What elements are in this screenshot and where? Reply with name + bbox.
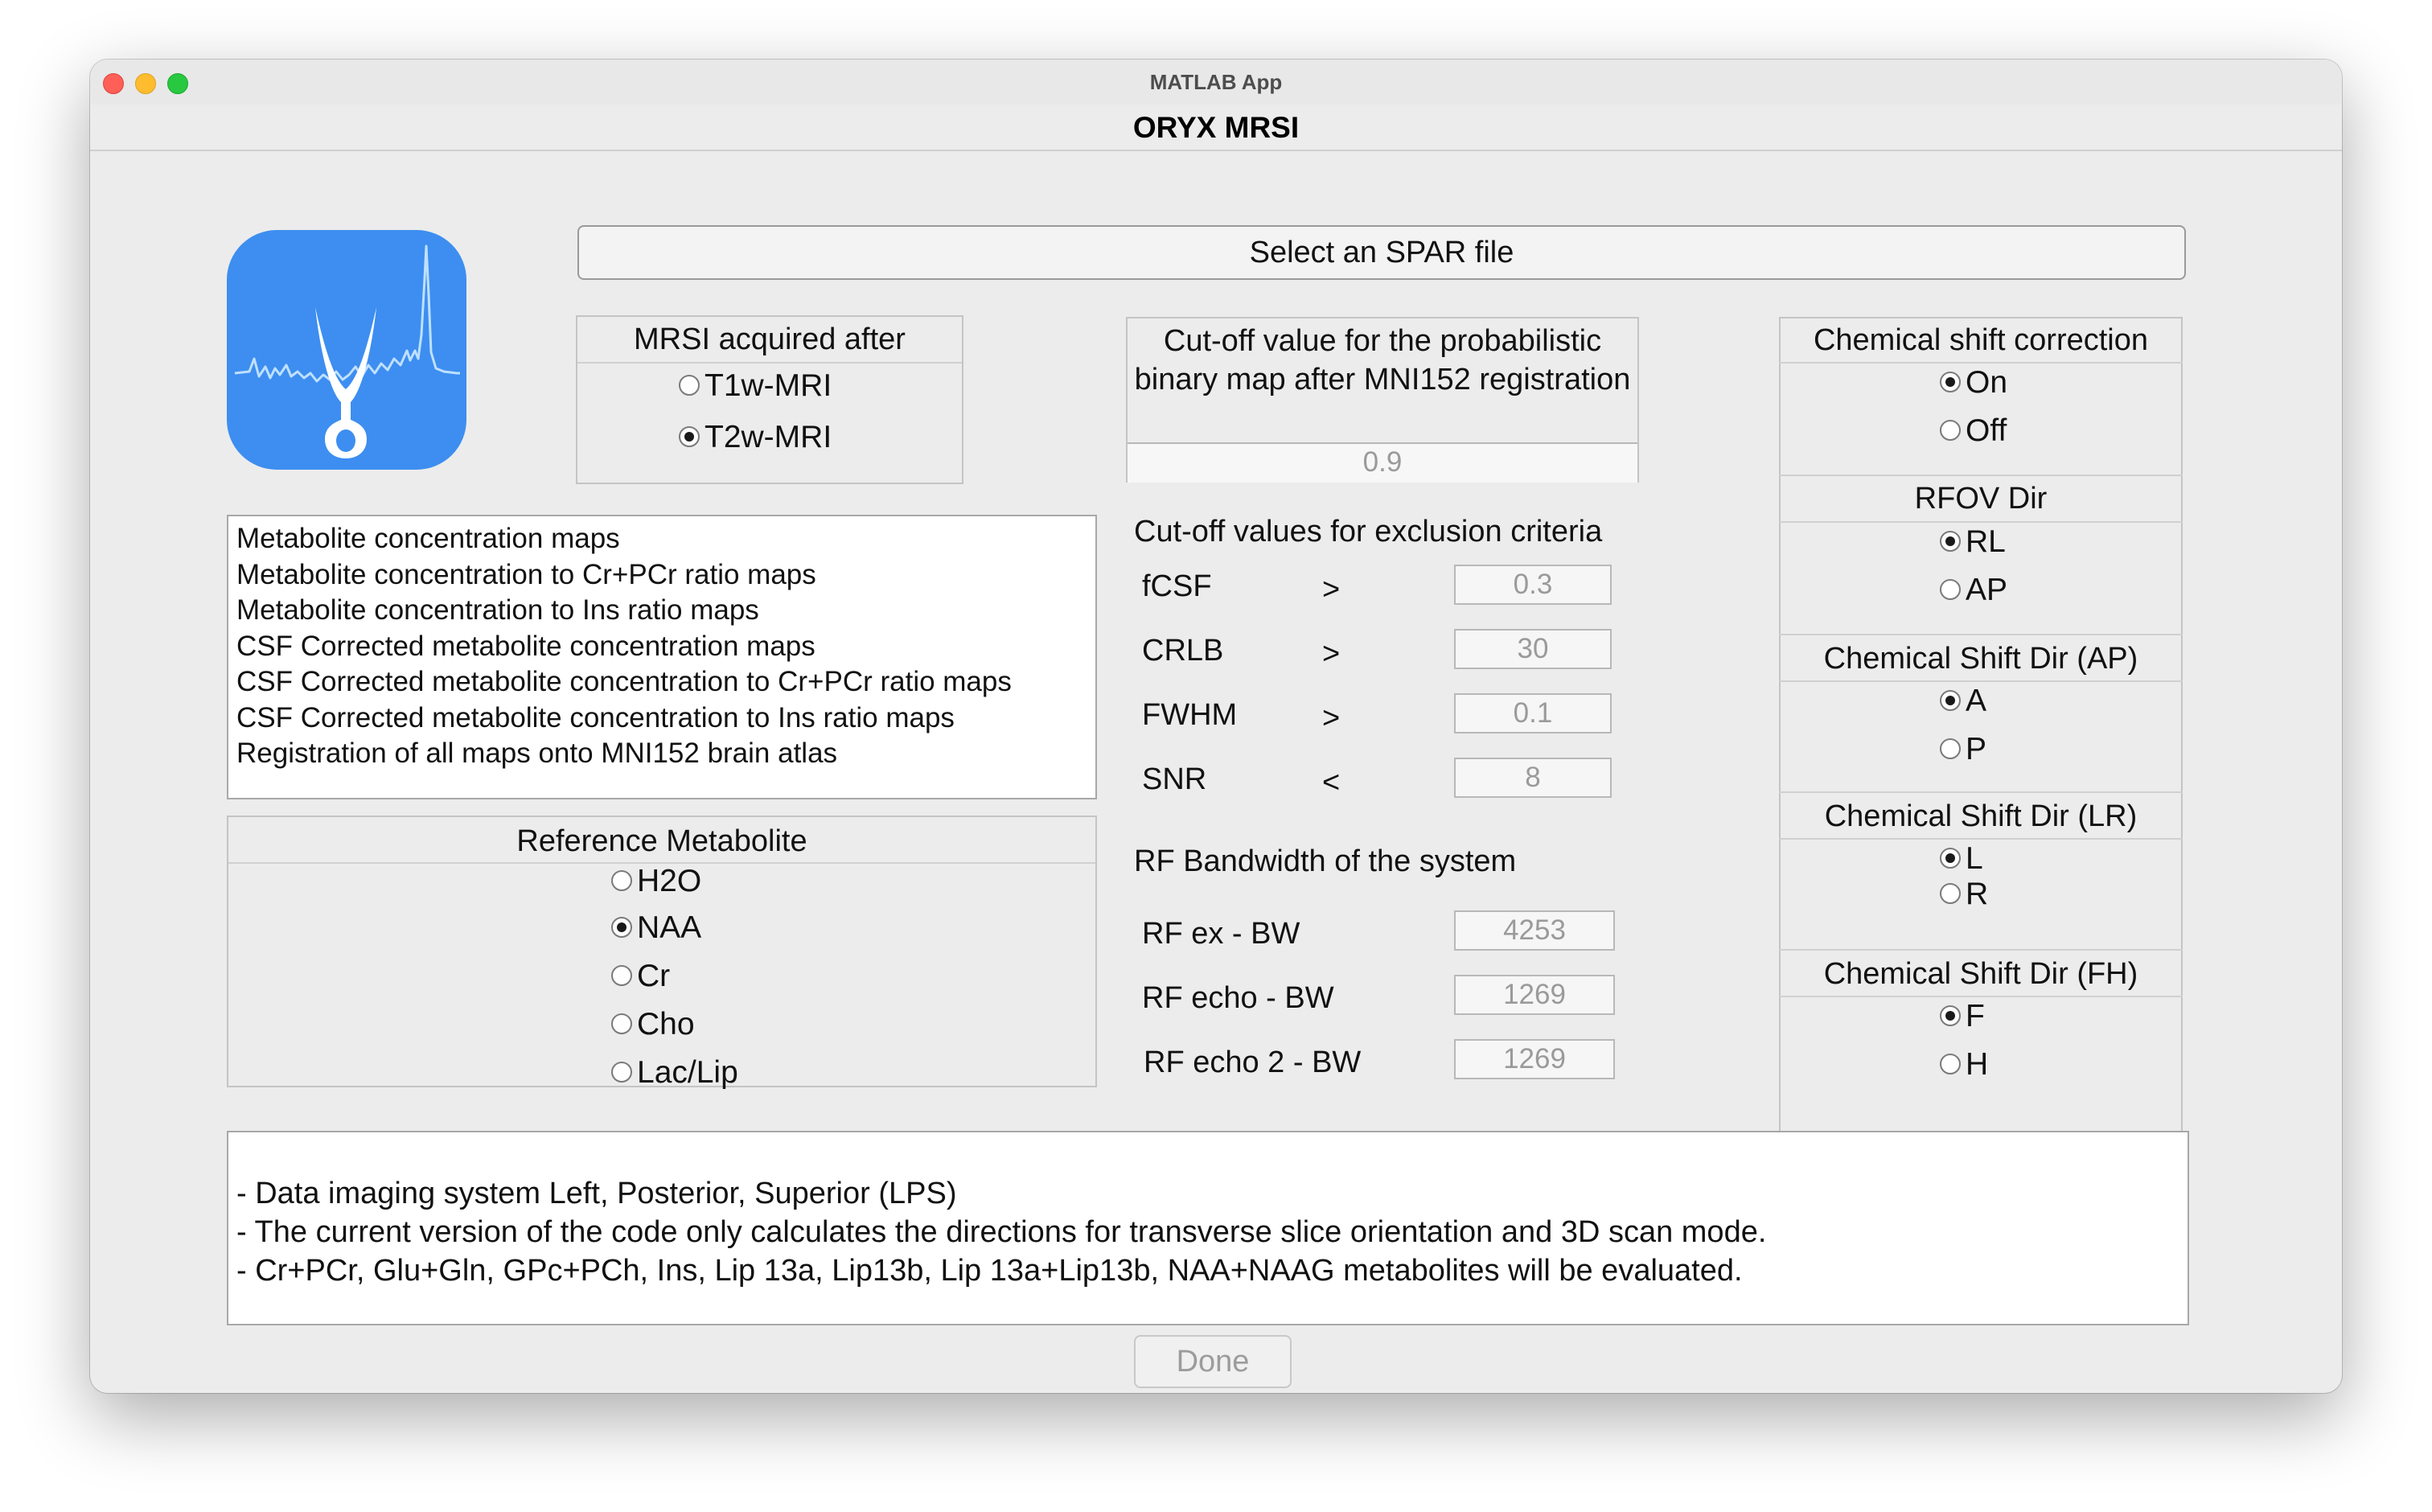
shift-dir-ap-panel: Chemical Shift Dir (AP) A P [1779,634,2183,791]
output-maps-list[interactable]: Metabolite concentration maps Metabolite… [227,515,1097,799]
list-item[interactable]: Metabolite concentration to Cr+PCr ratio… [236,557,1087,594]
acquired-after-title: MRSI acquired after [577,317,962,364]
list-item[interactable]: CSF Corrected metabolite concentration m… [236,629,1087,665]
radio-indicator-selected [1940,530,1961,552]
radio-indicator-selected [1940,1005,1961,1026]
radio-indicator-selected [679,425,700,447]
list-item[interactable]: CSF Corrected metabolite concentration t… [236,701,1087,737]
radio-indicator [611,1013,632,1034]
app-title: ORYX MRSI [90,105,2342,151]
shift-dir-lr-panel: Chemical Shift Dir (LR) L R [1779,791,2183,949]
app-window: MATLAB App ORYX MRSI Select an SPAR file… [90,60,2342,1393]
rf-echo2-bw-input[interactable]: 1269 [1454,1039,1615,1079]
rf-ex-bw-label: RF ex - BW [1142,917,1300,951]
exclusion-title: Cut-off values for exclusion criteria [1134,515,1603,549]
fcsf-operator: > [1322,573,1341,606]
radio-indicator [1940,578,1961,600]
acquired-after-panel: MRSI acquired after T1w-MRI T2w-MRI [576,315,963,484]
radio-cr[interactable]: Cr [611,957,670,996]
rf-echo-bw-input[interactable]: 1269 [1454,975,1615,1015]
radio-indicator [1940,882,1961,904]
reference-metabolite-panel: Reference Metabolite H2O NAA Cr Cho Lac/… [227,816,1097,1090]
radio-t1w-mri[interactable]: T1w-MRI [679,367,832,405]
shift-correction-title: Chemical shift correction [1779,317,2183,364]
cutoff-probabilistic-title: Cut-off value for the probabilistic bina… [1134,324,1631,396]
radio-a[interactable]: A [1940,682,1986,721]
radio-indicator [679,374,700,396]
note-line: - The current version of the code only c… [236,1215,1767,1249]
list-item[interactable]: Metabolite concentration to Ins ratio ma… [236,593,1087,629]
fwhm-operator: > [1322,701,1341,735]
radio-indicator [1940,419,1961,441]
radio-l[interactable]: L [1940,840,1983,878]
shift-correction-panel: Chemical shift correction On Off [1779,317,2183,475]
radio-on[interactable]: On [1940,364,2007,402]
radio-indicator-selected [1940,371,1961,392]
shift-dir-ap-title: Chemical Shift Dir (AP) [1779,635,2183,682]
shift-dir-lr-title: Chemical Shift Dir (LR) [1779,793,2183,840]
list-item[interactable]: Metabolite concentration maps [236,521,1087,557]
radio-p[interactable]: P [1940,730,1986,769]
radio-indicator [1940,1053,1961,1074]
done-button[interactable]: Done [1134,1335,1292,1388]
snr-operator: < [1322,766,1341,799]
radio-off[interactable]: Off [1940,412,2007,450]
radio-f[interactable]: F [1940,997,1985,1036]
shift-dir-fh-title: Chemical Shift Dir (FH) [1779,951,2183,997]
radio-indicator [1940,738,1961,759]
fwhm-input[interactable]: 0.1 [1454,693,1612,733]
crlb-operator: > [1322,637,1341,671]
crlb-input[interactable]: 30 [1454,629,1612,669]
radio-cho[interactable]: Cho [611,1005,695,1044]
radio-indicator-selected [1940,689,1961,711]
radio-indicator [611,964,632,986]
reference-metabolite-title: Reference Metabolite [228,817,1095,864]
app-logo-icon [227,230,466,470]
notes-textarea[interactable]: - Data imaging system Left, Posterior, S… [227,1131,2189,1325]
radio-h[interactable]: H [1940,1046,1988,1084]
bandwidth-title: RF Bandwidth of the system [1134,844,1517,878]
radio-lac-lip[interactable]: Lac/Lip [611,1054,738,1092]
window-title: MATLAB App [1149,70,1283,94]
radio-h2o[interactable]: H2O [611,862,701,901]
list-item[interactable]: CSF Corrected metabolite concentration t… [236,664,1087,701]
shift-dir-fh-panel: Chemical Shift Dir (FH) F H [1779,949,2183,1107]
snr-label: SNR [1142,762,1207,796]
list-item[interactable]: Registration of all maps onto MNI152 bra… [236,736,1087,772]
fcsf-label: fCSF [1142,569,1212,603]
note-line: - Cr+PCr, Glu+Gln, GPc+PCh, Ins, Lip 13a… [236,1254,1743,1288]
radio-naa[interactable]: NAA [611,909,701,947]
rf-echo2-bw-label: RF echo 2 - BW [1144,1046,1362,1079]
radio-indicator [611,1061,632,1083]
radio-t2w-mri[interactable]: T2w-MRI [679,418,832,457]
cutoff-probabilistic-panel: Cut-off value for the probabilistic bina… [1126,317,1639,483]
select-spar-file-button[interactable]: Select an SPAR file [577,225,2186,280]
cutoff-probabilistic-input[interactable]: 0.9 [1128,442,1637,483]
rfov-title: RFOV Dir [1779,476,2183,523]
radio-rl[interactable]: RL [1940,523,2006,561]
radio-ap[interactable]: AP [1940,571,2007,610]
snr-input[interactable]: 8 [1454,758,1612,798]
radio-indicator [611,869,632,891]
crlb-label: CRLB [1142,634,1224,668]
fwhm-label: FWHM [1142,698,1238,732]
fcsf-input[interactable]: 0.3 [1454,565,1612,605]
radio-indicator-selected [1940,847,1961,869]
rfov-panel: RFOV Dir RL AP [1779,475,2183,634]
rf-ex-bw-input[interactable]: 4253 [1454,910,1615,951]
rf-echo-bw-label: RF echo - BW [1142,981,1334,1015]
radio-r[interactable]: R [1940,875,1988,914]
note-line: - Data imaging system Left, Posterior, S… [236,1177,957,1210]
radio-indicator-selected [611,916,632,938]
